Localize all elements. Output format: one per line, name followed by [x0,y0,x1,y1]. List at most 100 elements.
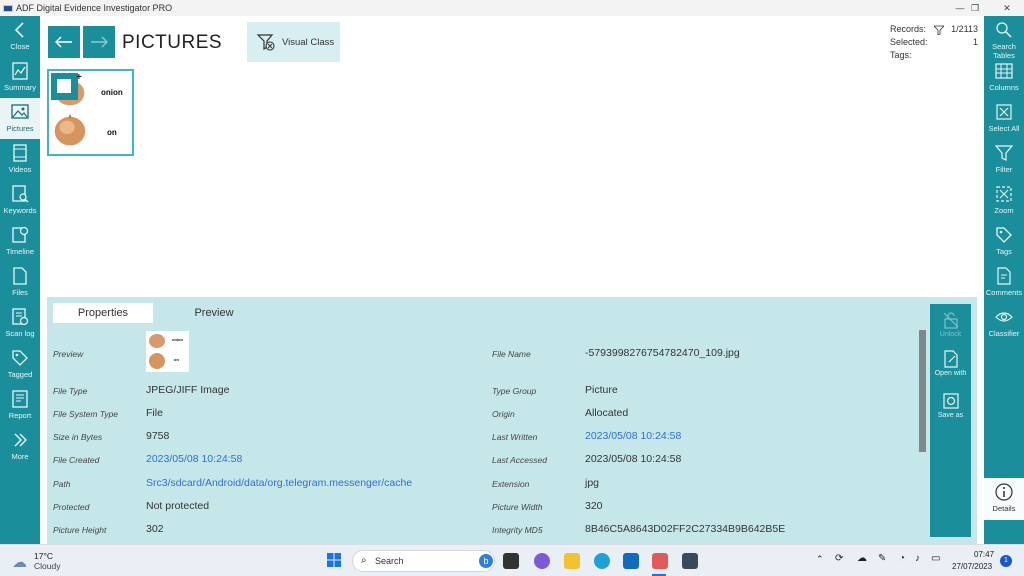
nav-label-tagged: Tagged [7,370,33,379]
sync-icon[interactable]: ⟳ [835,553,843,564]
columns-button[interactable]: Columns [984,57,1024,98]
report-icon [10,389,30,409]
prop-value-file-created[interactable]: 2023/05/08 10:24:58 [146,453,242,465]
properties-scrollbar[interactable] [919,330,926,452]
prop-label-file-created: File Created [53,455,100,465]
tab-preview[interactable]: Preview [164,303,264,323]
tags-button[interactable]: Tags [984,221,1024,262]
edge-icon[interactable] [594,553,610,569]
add-icon[interactable]: + [76,72,82,83]
zoom-label: Zoom [994,206,1014,215]
taskbar-search[interactable]: ⌕ Search b [352,550,495,572]
chevron-up-icon[interactable]: ⌃ [816,554,824,565]
columns-icon [994,61,1014,81]
bing-icon[interactable]: b [479,554,493,568]
prop-value-file-type: JPEG/JIFF Image [146,384,230,396]
nav-label-keywords: Keywords [3,206,37,215]
adf-app-icon[interactable] [682,553,698,569]
unlock-button[interactable]: Unlock [930,310,971,338]
nav-files[interactable]: Files [0,262,40,303]
battery-icon[interactable]: ▭ [931,553,940,564]
nav-more[interactable]: More [0,426,40,467]
select-all-button[interactable]: Select All [984,98,1024,139]
clock-time[interactable]: 07:47 [974,550,994,559]
close-window-icon[interactable]: ✕ [995,0,1019,16]
title-bar: ADF Digital Evidence Investigator PRO — … [0,0,1024,16]
prop-label-size: Size in Bytes [53,432,103,442]
search-tables-button[interactable]: Search Tables [984,16,1024,60]
volume-icon[interactable]: ♪ [915,553,920,564]
tag-icon [994,225,1014,245]
file-explorer-icon[interactable] [564,553,580,569]
prop-label-file-type: File Type [53,386,88,396]
prop-label-picture-height: Picture Height [53,525,107,535]
left-nav: Close Summary Pictures Videos Keywords T… [0,16,40,544]
prop-label-last-written: Last Written [492,432,538,442]
prop-value-file-name: -5793998276754782470_109.jpg [585,347,740,359]
records-label: Records: [890,24,927,34]
nav-keywords[interactable]: Keywords [0,180,40,221]
keywords-icon [10,184,30,204]
details-button[interactable]: Details [984,478,1024,520]
notification-badge[interactable]: 1 [1000,555,1012,567]
save-as-button[interactable]: Save as [930,391,971,419]
snipping-tool-icon[interactable] [652,553,668,569]
back-button[interactable] [48,26,80,58]
nav-scan-log[interactable]: Scan log [0,303,40,344]
pictures-icon [10,102,30,122]
app-icon [3,4,13,12]
forward-button[interactable] [83,26,115,58]
picture-thumbnail[interactable]: + onion on [47,69,134,156]
prop-value-picture-height: 302 [146,523,164,535]
search-icon [994,20,1014,40]
taskbar: ☁ 17°C Cloudy ⌕ Search b ⌃ ⟳ ☁ ✎ ◔ ♪ ▭ 0… [0,544,1024,576]
select-all-icon [994,102,1014,122]
open-with-icon [941,349,961,369]
task-view-icon[interactable] [503,553,519,569]
nav-pictures[interactable]: Pictures [0,98,40,139]
classifier-button[interactable]: Classifier [984,303,1024,344]
close-arrow-icon [10,20,30,40]
preview-text-line2: on [174,357,179,362]
tags-label: Tags: [890,50,912,60]
nav-label-files: Files [12,288,28,297]
tab-properties[interactable]: Properties [53,303,153,323]
nav-label-timeline: Timeline [5,247,35,256]
select-checkbox[interactable] [51,73,78,100]
classifier-label: Classifier [988,329,1020,338]
zoom-button[interactable]: Zoom [984,180,1024,221]
prop-value-size: 9758 [146,430,170,442]
nav-report[interactable]: Report [0,385,40,426]
filter-icon [994,143,1014,163]
selected-value: 1 [972,37,978,47]
restore-icon[interactable]: ❐ [963,0,987,16]
nav-summary[interactable]: Summary [0,57,40,98]
comments-button[interactable]: Comments [984,262,1024,303]
chat-icon[interactable] [534,553,550,569]
windows-start-icon[interactable] [327,553,341,567]
onedrive-icon[interactable]: ☁ [857,553,867,564]
wifi-icon[interactable]: ◔ [899,553,905,564]
nav-tagged[interactable]: Tagged [0,344,40,385]
clock-date[interactable]: 27/07/2023 [952,562,992,571]
filter-button[interactable]: Filter [984,139,1024,180]
columns-label: Columns [989,83,1019,92]
filter-icon [933,25,945,36]
files-icon [10,266,30,286]
store-icon[interactable] [623,553,639,569]
nav-videos[interactable]: Videos [0,139,40,180]
prop-value-last-written[interactable]: 2023/05/08 10:24:58 [585,430,681,442]
prop-value-picture-width: 320 [585,500,603,512]
thumb-text-line2: on [107,128,117,137]
open-with-button[interactable]: Open with [930,349,971,377]
nav-timeline[interactable]: Timeline [0,221,40,262]
prop-value-path[interactable]: Src3/sdcard/Android/data/org.telegram.me… [146,477,412,489]
filter-label: Filter [995,165,1013,174]
nav-close[interactable]: Close [0,16,40,57]
weather-desc: Cloudy [34,561,61,571]
preview-image: onion on [146,331,189,372]
nav-label-scan-log: Scan log [5,329,35,338]
pen-icon[interactable]: ✎ [878,553,886,564]
tags-label: Tags [996,247,1012,256]
visual-class-button[interactable]: Visual Class [247,22,340,62]
